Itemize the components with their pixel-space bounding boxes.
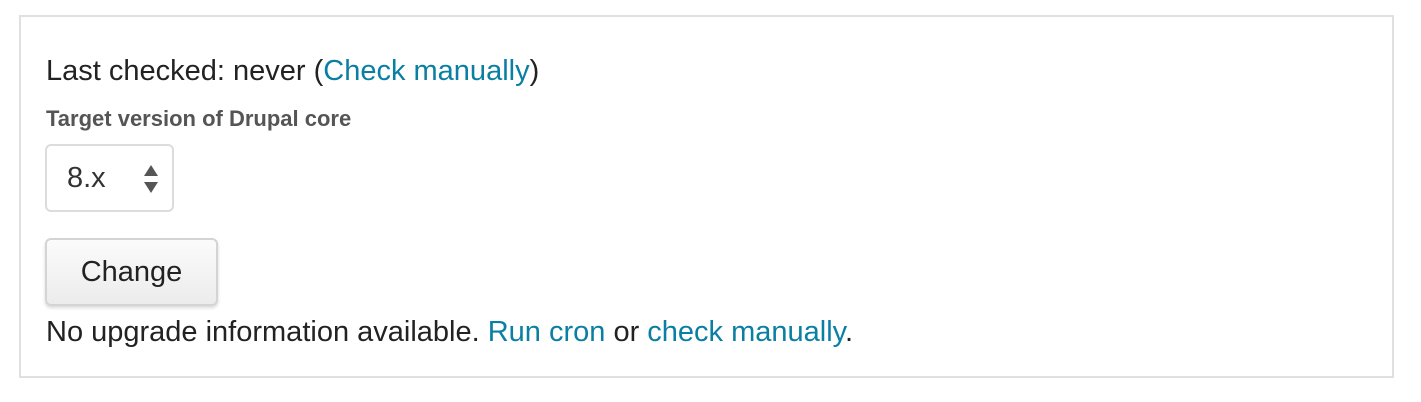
last-checked-prefix: Last checked: never ( xyxy=(46,55,324,87)
check-manually-link[interactable]: Check manually xyxy=(323,55,529,87)
up-down-arrows-icon xyxy=(144,165,158,193)
upgrade-status-panel: Last checked: never (Check manually) Tar… xyxy=(19,15,1394,378)
last-checked-line: Last checked: never (Check manually) xyxy=(46,54,539,88)
check-manually-link-secondary[interactable]: check manually xyxy=(647,316,845,348)
status-text-after: . xyxy=(845,316,854,348)
status-text-before: No upgrade information available. xyxy=(46,316,488,348)
run-cron-link[interactable]: Run cron xyxy=(488,316,606,348)
last-checked-suffix: ) xyxy=(529,55,540,87)
upgrade-status-message: No upgrade information available. Run cr… xyxy=(46,315,853,349)
change-button[interactable]: Change xyxy=(45,238,218,306)
status-text-middle: or xyxy=(605,316,648,348)
target-version-select[interactable]: 8.x xyxy=(45,144,174,212)
target-version-label: Target version of Drupal core xyxy=(46,106,352,131)
target-version-selected-value: 8.x xyxy=(67,162,106,194)
